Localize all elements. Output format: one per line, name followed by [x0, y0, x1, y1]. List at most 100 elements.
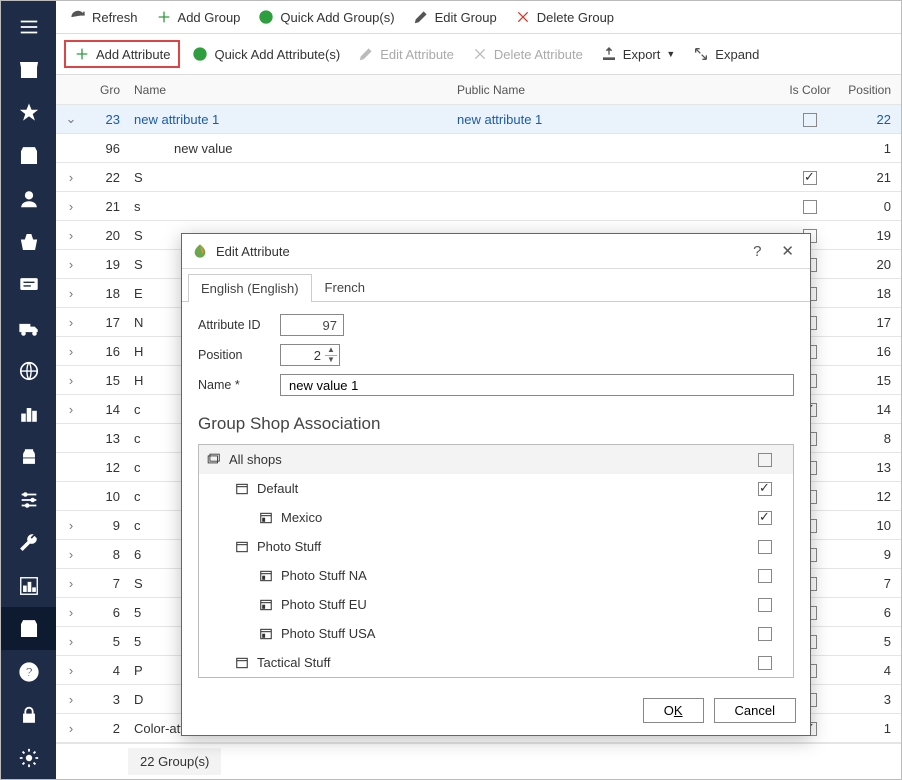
quick-add-group-button[interactable]: Quick Add Group(s): [252, 7, 400, 27]
shop-row[interactable]: Photo Stuff NA: [199, 561, 793, 590]
add-attribute-button[interactable]: Add Attribute: [64, 40, 180, 68]
caret-right-icon[interactable]: ›: [65, 286, 77, 301]
shop-row[interactable]: Photo Stuff: [199, 532, 793, 561]
cancel-button[interactable]: Cancel: [714, 698, 796, 723]
caret-right-icon[interactable]: ›: [65, 199, 77, 214]
col-gro[interactable]: Gro: [86, 83, 128, 97]
shop-row[interactable]: Mexico: [199, 503, 793, 532]
col-position[interactable]: Position: [839, 83, 901, 97]
store-icon: [259, 569, 273, 583]
caret-down-icon[interactable]: ⌄: [65, 111, 77, 127]
sidebar-item-stats[interactable]: [1, 392, 56, 435]
sidebar-item-store[interactable]: [1, 48, 56, 91]
caret-right-icon[interactable]: ›: [65, 663, 77, 678]
tab-french[interactable]: French: [312, 273, 378, 301]
col-is-color[interactable]: Is Color: [781, 83, 839, 97]
shop-checkbox[interactable]: [758, 627, 772, 641]
col-name[interactable]: Name: [128, 83, 451, 97]
sidebar-item-globe[interactable]: [1, 349, 56, 392]
sidebar-item-messages[interactable]: [1, 263, 56, 306]
shop-row[interactable]: Default: [199, 474, 793, 503]
caret-right-icon[interactable]: ›: [65, 257, 77, 272]
caret-right-icon[interactable]: ›: [65, 634, 77, 649]
shop-checkbox[interactable]: [758, 598, 772, 612]
cell-position: 14: [839, 402, 901, 417]
shop-row[interactable]: Photo Stuff EU: [199, 590, 793, 619]
is-color-checkbox[interactable]: [803, 200, 817, 214]
cell-position: 1: [839, 721, 901, 736]
spin-down-icon[interactable]: ▼: [326, 356, 336, 364]
shop-checkbox[interactable]: [758, 453, 772, 467]
caret-right-icon[interactable]: ›: [65, 605, 77, 620]
cell-position: 21: [839, 170, 901, 185]
table-row[interactable]: ›22S21: [56, 163, 901, 192]
toolbar-attributes: Add Attribute Quick Add Attribute(s) Edi…: [56, 34, 901, 75]
shop-checkbox[interactable]: [758, 569, 772, 583]
caret-right-icon[interactable]: ›: [65, 547, 77, 562]
cell-position: 5: [839, 634, 901, 649]
sidebar-item-menu[interactable]: [1, 5, 56, 48]
svg-text:?: ?: [25, 664, 33, 679]
caret-right-icon[interactable]: ›: [65, 692, 77, 707]
sidebar-item-star[interactable]: [1, 91, 56, 134]
position-input[interactable]: 2 ▲ ▼: [280, 344, 340, 366]
caret-right-icon[interactable]: ›: [65, 373, 77, 388]
help-button[interactable]: ?: [747, 241, 767, 262]
plus-icon: [74, 46, 90, 62]
cell-public-name: new attribute 1: [451, 112, 781, 127]
refresh-button[interactable]: Refresh: [64, 7, 144, 27]
caret-right-icon[interactable]: ›: [65, 721, 77, 736]
is-color-checkbox[interactable]: [803, 113, 817, 127]
spin-up-icon[interactable]: ▲: [326, 346, 336, 354]
shop-checkbox[interactable]: [758, 656, 772, 670]
export-button[interactable]: Export ▼: [595, 44, 682, 64]
caret-right-icon[interactable]: ›: [65, 344, 77, 359]
shop-checkbox[interactable]: [758, 511, 772, 525]
sidebar-item-help[interactable]: ?: [1, 650, 56, 693]
dialog-titlebar[interactable]: Edit Attribute ? ✕: [182, 234, 810, 269]
sidebar-item-tools[interactable]: [1, 521, 56, 564]
table-row[interactable]: ›21s0: [56, 192, 901, 221]
sidebar-item-orders[interactable]: [1, 134, 56, 177]
sidebar-item-customer[interactable]: [1, 177, 56, 220]
name-input[interactable]: [287, 377, 787, 394]
sidebar-item-gear[interactable]: [1, 736, 56, 779]
shop-row[interactable]: All shops: [199, 445, 793, 474]
caret-right-icon[interactable]: ›: [65, 402, 77, 417]
refresh-icon: [70, 9, 86, 25]
sidebar-item-basket[interactable]: [1, 220, 56, 263]
caret-right-icon[interactable]: ›: [65, 576, 77, 591]
cell-name: s: [128, 199, 451, 214]
sidebar: ?: [1, 1, 56, 779]
add-group-button[interactable]: Add Group: [150, 7, 247, 27]
pencil-icon: [413, 9, 429, 25]
tab-english[interactable]: English (English): [188, 274, 312, 302]
sidebar-item-shipping[interactable]: [1, 306, 56, 349]
shop-row[interactable]: Photo Stuff USA: [199, 619, 793, 648]
caret-right-icon[interactable]: ›: [65, 170, 77, 185]
edit-group-button[interactable]: Edit Group: [407, 7, 503, 27]
shop-checkbox[interactable]: [758, 540, 772, 554]
caret-right-icon[interactable]: ›: [65, 228, 77, 243]
shop-checkbox[interactable]: [758, 482, 772, 496]
caret-right-icon[interactable]: ›: [65, 315, 77, 330]
sidebar-item-preferences[interactable]: [1, 478, 56, 521]
sidebar-item-charts[interactable]: [1, 564, 56, 607]
col-public-name[interactable]: Public Name: [451, 83, 781, 97]
table-row[interactable]: 96new value1: [56, 134, 901, 163]
shop-row[interactable]: Tactical Stuff: [199, 648, 793, 677]
cell-gro: 16: [86, 344, 128, 359]
attributes-grid: Gro Name Public Name Is Color Position ⌄…: [56, 75, 901, 779]
caret-right-icon[interactable]: ›: [65, 518, 77, 533]
main-area: Refresh Add Group Quick Add Group(s) Edi…: [56, 1, 901, 779]
sidebar-item-drawer[interactable]: [1, 607, 56, 650]
ok-button[interactable]: OK: [643, 698, 704, 723]
delete-group-button[interactable]: Delete Group: [509, 7, 620, 27]
is-color-checkbox[interactable]: [803, 171, 817, 185]
table-row[interactable]: ⌄23new attribute 1new attribute 122: [56, 105, 901, 134]
close-button[interactable]: ✕: [775, 240, 800, 262]
quick-add-attribute-button[interactable]: Quick Add Attribute(s): [186, 44, 346, 64]
sidebar-item-lock[interactable]: [1, 693, 56, 736]
expand-button[interactable]: Expand: [687, 44, 765, 64]
sidebar-item-modules[interactable]: [1, 435, 56, 478]
